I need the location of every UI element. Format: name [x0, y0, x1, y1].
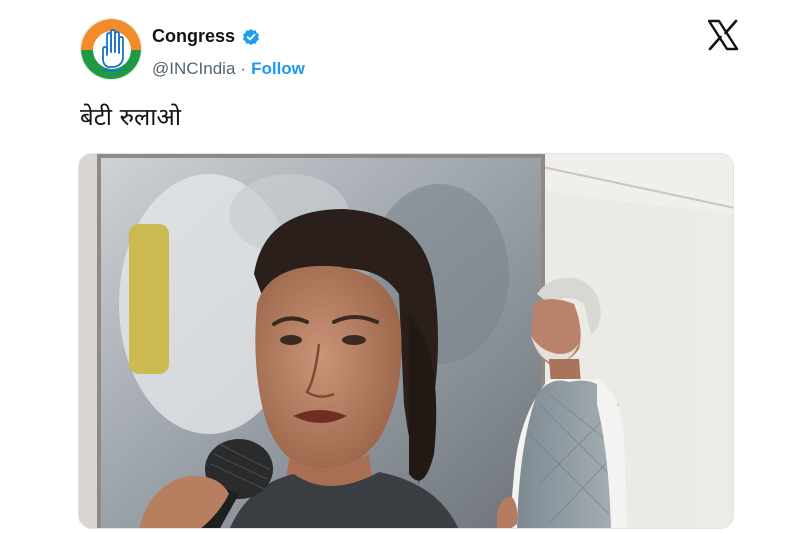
tweet-header: Congress @INCIndia · Follow — [80, 18, 740, 88]
avatar[interactable] — [80, 18, 142, 80]
congress-hand-logo-icon — [81, 19, 141, 79]
verified-badge-icon — [241, 27, 261, 47]
author-name-row: Congress — [152, 26, 261, 47]
x-logo-icon[interactable] — [706, 18, 740, 52]
handle-row: @INCIndia · Follow — [152, 59, 305, 79]
follow-button[interactable]: Follow — [251, 59, 305, 79]
separator: · — [240, 59, 247, 78]
photo-icon — [79, 154, 733, 528]
tweet-media-photo[interactable] — [78, 153, 734, 529]
tweet-text: बेटी रुलाओ — [80, 103, 182, 131]
display-name[interactable]: Congress — [152, 26, 235, 47]
handle[interactable]: @INCIndia — [152, 59, 235, 79]
